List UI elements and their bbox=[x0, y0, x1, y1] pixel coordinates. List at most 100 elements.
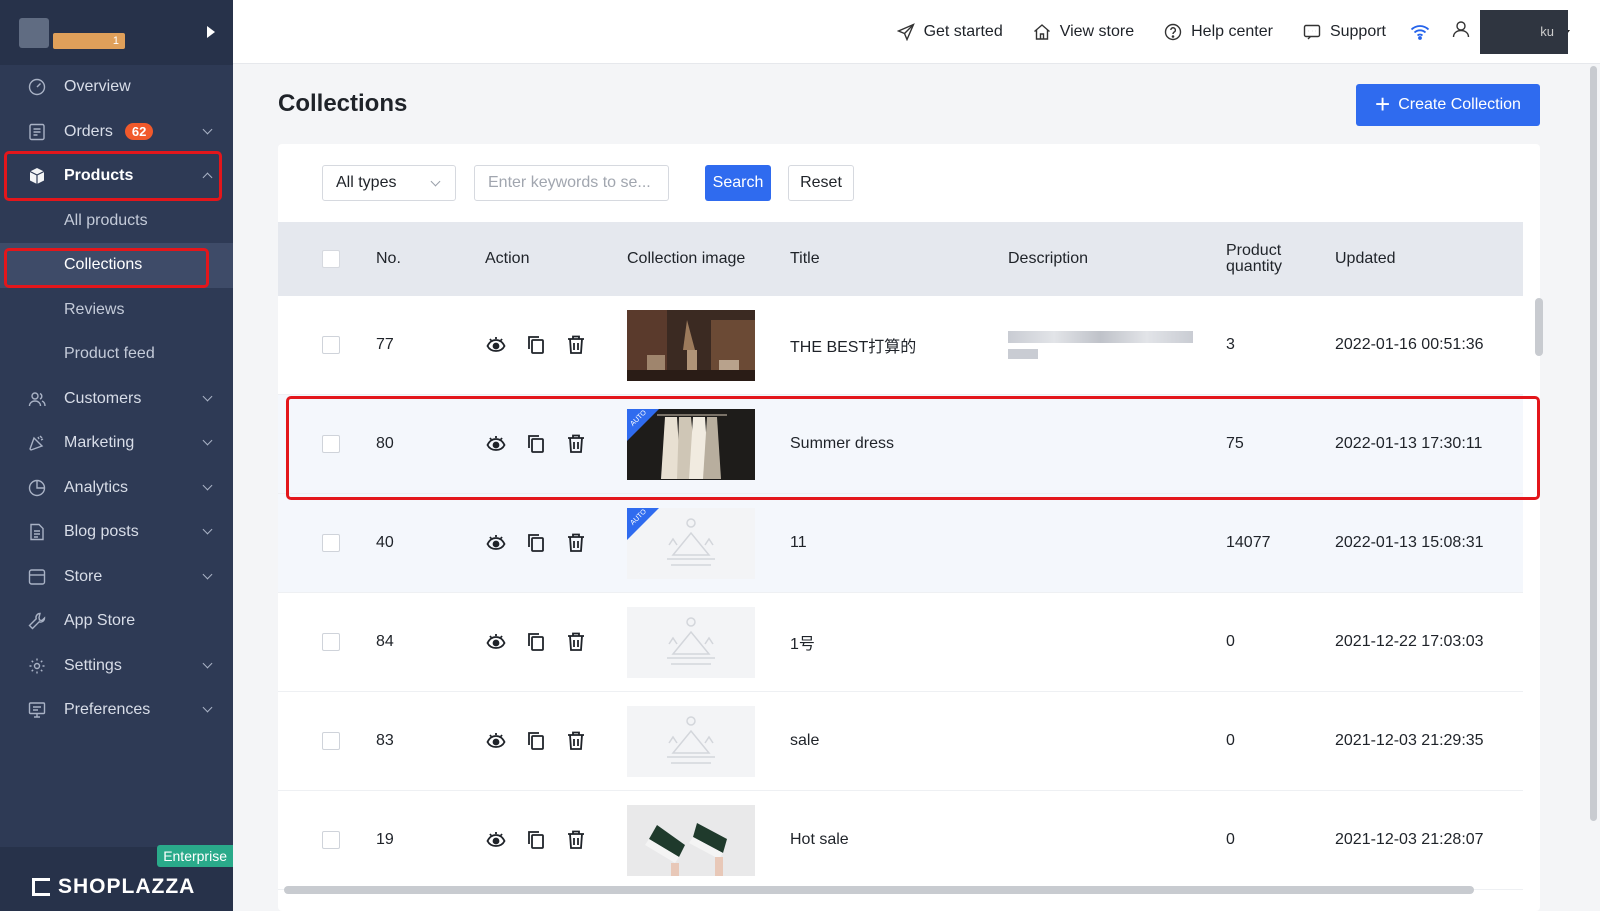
get-started-link[interactable]: Get started bbox=[896, 22, 1003, 41]
row-actions bbox=[485, 334, 605, 356]
sneakers-photo bbox=[627, 804, 755, 876]
eye-icon[interactable] bbox=[485, 334, 507, 356]
enterprise-badge: Enterprise bbox=[157, 845, 233, 867]
table-row[interactable]: 19 Hot sale 0 2021-12-03 21:28:07 bbox=[278, 791, 1523, 890]
row-checkbox[interactable] bbox=[322, 336, 340, 354]
sidebar-item-orders[interactable]: Orders 62 bbox=[0, 110, 233, 155]
copy-icon[interactable] bbox=[525, 631, 547, 653]
store-logo bbox=[19, 17, 49, 48]
sidebar-subitem-all-products[interactable]: All products bbox=[0, 199, 233, 244]
sidebar-item-label: Overview bbox=[64, 78, 131, 96]
trash-icon[interactable] bbox=[565, 433, 587, 455]
row-title[interactable]: Summer dress bbox=[790, 435, 894, 453]
copy-icon[interactable] bbox=[525, 532, 547, 554]
eye-icon[interactable] bbox=[485, 631, 507, 653]
collection-thumbnail: AUTO bbox=[627, 507, 755, 579]
row-title[interactable]: 1号 bbox=[790, 630, 815, 654]
trash-icon[interactable] bbox=[565, 730, 587, 752]
sidebar-item-settings[interactable]: Settings bbox=[0, 644, 233, 689]
select-all-checkbox[interactable] bbox=[322, 250, 340, 268]
row-no: 84 bbox=[376, 633, 394, 650]
create-collection-button[interactable]: + Create Collection bbox=[1356, 84, 1540, 126]
expand-caret-icon[interactable] bbox=[207, 26, 215, 38]
send-icon bbox=[896, 22, 915, 41]
table-row[interactable]: 84 1号 0 2021-12-22 17:03:03 bbox=[278, 593, 1523, 692]
orders-count-badge: 62 bbox=[124, 123, 154, 141]
eye-icon[interactable] bbox=[485, 532, 507, 554]
sidebar-item-products[interactable]: Products bbox=[0, 154, 233, 199]
sidebar-item-app-store[interactable]: App Store bbox=[0, 599, 233, 644]
eye-icon[interactable] bbox=[485, 829, 507, 851]
filter-bar: All types Search Reset bbox=[322, 165, 854, 201]
sidebar-item-label: Customers bbox=[64, 389, 142, 407]
trash-icon[interactable] bbox=[565, 334, 587, 356]
table-row[interactable]: 77 THE BEST打算的 3 2022-01-16 00:51:36 bbox=[278, 296, 1523, 395]
chevron-down-icon bbox=[202, 658, 213, 668]
help-center-link[interactable]: Help center bbox=[1164, 23, 1273, 41]
store-switcher[interactable]: 1 bbox=[0, 0, 233, 65]
sidebar-item-blog-posts[interactable]: Blog posts bbox=[0, 510, 233, 555]
row-checkbox[interactable] bbox=[322, 633, 340, 651]
row-title[interactable]: 11 bbox=[790, 534, 807, 552]
sidebar-subitem-collections[interactable]: Collections bbox=[0, 243, 233, 288]
trash-icon[interactable] bbox=[565, 829, 587, 851]
table-row[interactable]: 83 sale 0 2021-12-03 21:29:35 bbox=[278, 692, 1523, 791]
table-row[interactable]: 40 AUTO 11 14077 2022-01-13 15:08:31 bbox=[278, 494, 1523, 593]
row-title[interactable]: THE BEST打算的 bbox=[790, 333, 916, 357]
page-vertical-scrollbar[interactable] bbox=[1590, 66, 1597, 821]
redacted-text-block bbox=[1008, 349, 1038, 359]
row-updated: 2022-01-16 00:51:36 bbox=[1335, 336, 1484, 353]
sidebar-item-store[interactable]: Store bbox=[0, 555, 233, 600]
row-quantity: 14077 bbox=[1226, 534, 1271, 551]
row-no: 80 bbox=[376, 435, 394, 452]
topbar: Get started View store Help center Suppo… bbox=[233, 0, 1600, 64]
search-button[interactable]: Search bbox=[705, 165, 771, 201]
chevron-up-icon bbox=[202, 172, 213, 183]
sidebar-nav: Overview Orders 62 Products All products… bbox=[0, 65, 233, 733]
table-vertical-scrollbar[interactable] bbox=[1535, 298, 1543, 356]
shoplazza-logo: SHOPLAZZA bbox=[32, 875, 195, 899]
table-header: No. Action Collection image Title Descri… bbox=[278, 222, 1523, 296]
eye-icon[interactable] bbox=[485, 730, 507, 752]
row-checkbox[interactable] bbox=[322, 732, 340, 750]
row-updated: 2022-01-13 17:30:11 bbox=[1335, 435, 1483, 452]
copy-icon[interactable] bbox=[525, 334, 547, 356]
reset-button[interactable]: Reset bbox=[788, 165, 854, 201]
support-link[interactable]: Support bbox=[1303, 23, 1386, 41]
row-actions bbox=[485, 532, 605, 554]
user-avatar: ku bbox=[1480, 9, 1568, 54]
sidebar-item-customers[interactable]: Customers bbox=[0, 377, 233, 422]
trash-icon[interactable] bbox=[565, 631, 587, 653]
row-title[interactable]: Hot sale bbox=[790, 831, 849, 849]
header-image: Collection image bbox=[627, 250, 746, 267]
sidebar-subitem-product-feed[interactable]: Product feed bbox=[0, 332, 233, 377]
row-title[interactable]: sale bbox=[790, 732, 819, 750]
type-select[interactable]: All types bbox=[322, 165, 456, 201]
row-checkbox[interactable] bbox=[322, 831, 340, 849]
blog-icon bbox=[27, 522, 47, 542]
sidebar-item-overview[interactable]: Overview bbox=[0, 65, 233, 110]
table-horizontal-scrollbar[interactable] bbox=[284, 886, 1474, 894]
help-center-label: Help center bbox=[1191, 22, 1273, 40]
row-checkbox[interactable] bbox=[322, 534, 340, 552]
header-title: Title bbox=[790, 250, 820, 267]
keyword-search-input[interactable] bbox=[474, 165, 669, 201]
sidebar-item-label: Blog posts bbox=[64, 523, 139, 541]
copy-icon[interactable] bbox=[525, 829, 547, 851]
sidebar-item-analytics[interactable]: Analytics bbox=[0, 466, 233, 511]
sidebar-item-preferences[interactable]: Preferences bbox=[0, 688, 233, 733]
table-row[interactable]: 80 AUTO Summer dress 75 2022-01-13 17:30… bbox=[278, 395, 1523, 494]
row-checkbox[interactable] bbox=[322, 435, 340, 453]
monitor-icon bbox=[27, 700, 47, 720]
collection-image bbox=[627, 705, 755, 777]
eye-icon[interactable] bbox=[485, 433, 507, 455]
copy-icon[interactable] bbox=[525, 730, 547, 752]
image-placeholder-icon bbox=[667, 518, 715, 566]
sidebar-subitem-reviews[interactable]: Reviews bbox=[0, 288, 233, 333]
view-store-link[interactable]: View store bbox=[1033, 23, 1134, 41]
copy-icon[interactable] bbox=[525, 433, 547, 455]
trash-icon[interactable] bbox=[565, 532, 587, 554]
user-menu[interactable]: ku bbox=[1452, 9, 1570, 54]
sidebar-item-marketing[interactable]: Marketing bbox=[0, 421, 233, 466]
collection-image: AUTO bbox=[627, 507, 755, 579]
